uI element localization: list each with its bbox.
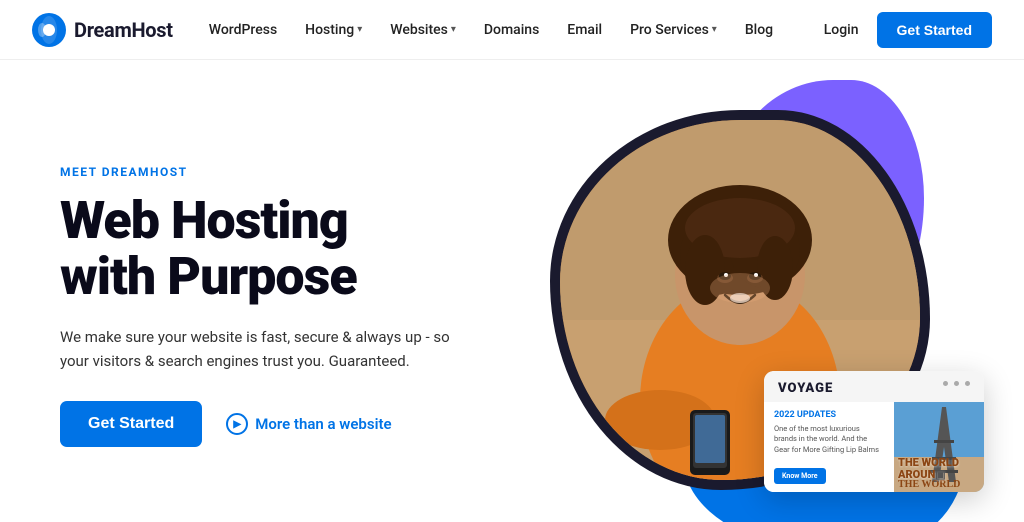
card-description: One of the most luxurious brands in the … (774, 424, 884, 456)
dot-1 (943, 381, 948, 386)
nav-email[interactable]: Email (567, 22, 602, 38)
card-year: 2022 UPDATES (774, 410, 884, 420)
nav-right: Login Get Started (824, 12, 992, 48)
logo-text: DreamHost (74, 18, 173, 42)
hero-left: MEET DREAMHOST Web Hosting with Purpose … (60, 165, 540, 447)
chevron-down-icon: ▾ (712, 24, 717, 35)
nav-links: WordPress Hosting ▾ Websites ▾ Domains E… (209, 22, 824, 38)
card-cta-button[interactable]: Know More (774, 468, 826, 484)
dot-3 (965, 381, 970, 386)
nav-pro-services[interactable]: Pro Services ▾ (630, 22, 717, 38)
card-brand: VOYAGE (778, 381, 833, 396)
nav-hosting[interactable]: Hosting ▾ (305, 22, 362, 38)
card-image: THE WORLD AROUN THE WORLDAROUN▣ (894, 402, 984, 492)
main-navigation: DreamHost WordPress Hosting ▾ Websites ▾… (0, 0, 1024, 60)
card-header: VOYAGE (764, 371, 984, 402)
chevron-down-icon: ▾ (357, 24, 362, 35)
logo[interactable]: DreamHost (32, 13, 173, 47)
nav-domains[interactable]: Domains (484, 22, 539, 38)
card-nav-dots (943, 381, 970, 386)
meet-label: MEET DREAMHOST (60, 165, 540, 179)
hero-get-started-button[interactable]: Get Started (60, 401, 202, 447)
more-than-website-link[interactable]: ▶ More than a website (226, 413, 391, 435)
hero-right: VOYAGE 2022 UPDATES One of the most luxu… (540, 90, 964, 522)
card-world-text: THE WORLDAROUN▣ (898, 457, 980, 481)
card-content: 2022 UPDATES One of the most luxurious b… (764, 402, 984, 493)
play-icon: ▶ (226, 413, 248, 435)
nav-wordpress[interactable]: WordPress (209, 22, 277, 38)
card-right: THE WORLD AROUN THE WORLDAROUN▣ (894, 402, 984, 493)
chevron-down-icon: ▾ (451, 24, 456, 35)
nav-blog[interactable]: Blog (745, 22, 773, 38)
nav-get-started-button[interactable]: Get Started (877, 12, 992, 48)
dot-2 (954, 381, 959, 386)
nav-websites[interactable]: Websites ▾ (390, 22, 456, 38)
hero-title: Web Hosting with Purpose (60, 193, 540, 305)
voyage-card: VOYAGE 2022 UPDATES One of the most luxu… (764, 371, 984, 493)
hero-actions: Get Started ▶ More than a website (60, 401, 540, 447)
card-left: 2022 UPDATES One of the most luxurious b… (764, 402, 894, 493)
login-button[interactable]: Login (824, 22, 859, 38)
hero-section: MEET DREAMHOST Web Hosting with Purpose … (0, 60, 1024, 522)
hero-description: We make sure your website is fast, secur… (60, 325, 460, 373)
